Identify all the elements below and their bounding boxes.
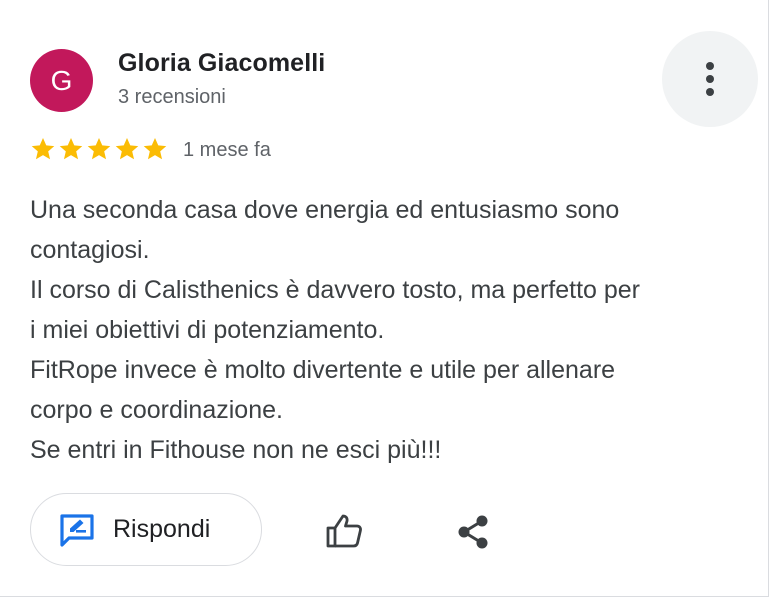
review-line: Se entri in Fithouse non ne esci più!!! [30, 436, 442, 464]
review-line: corpo e coordinazione. [30, 396, 283, 424]
review-line: contagiosi. [30, 236, 150, 264]
review-text: Una seconda casa dove energia ed entusia… [30, 190, 740, 470]
star-icon [87, 137, 111, 160]
share-icon [458, 515, 488, 549]
review-line: Una seconda casa dove energia ed entusia… [30, 196, 620, 224]
share-button[interactable] [446, 505, 500, 559]
thumb-up-icon [326, 514, 362, 548]
reply-edit-icon [60, 513, 94, 547]
more-vert-icon [706, 62, 714, 96]
review-line: i miei obiettivi di potenziamento. [30, 316, 385, 344]
reviewer-name[interactable]: Gloria Giacomelli [118, 49, 325, 78]
star-rating [30, 136, 168, 162]
review-count: 3 recensioni [118, 86, 226, 108]
star-icon [31, 137, 55, 160]
more-options-button[interactable] [662, 31, 758, 127]
star-icon [143, 137, 167, 160]
star-icon [115, 137, 139, 160]
reply-label: Rispondi [113, 515, 211, 543]
review-line: FitRope invece è molto divertente e util… [30, 356, 616, 384]
like-button[interactable] [318, 505, 370, 557]
review-line: Il corso di Calisthenics è davvero tosto… [30, 276, 641, 304]
star-icon [59, 137, 83, 160]
avatar-letter: G [50, 64, 73, 96]
avatar[interactable]: G [30, 49, 93, 112]
review-card: G Gloria Giacomelli 3 recensioni 1 mese … [0, 0, 769, 597]
reply-button[interactable]: Rispondi [30, 493, 262, 566]
review-date: 1 mese fa [183, 139, 271, 161]
